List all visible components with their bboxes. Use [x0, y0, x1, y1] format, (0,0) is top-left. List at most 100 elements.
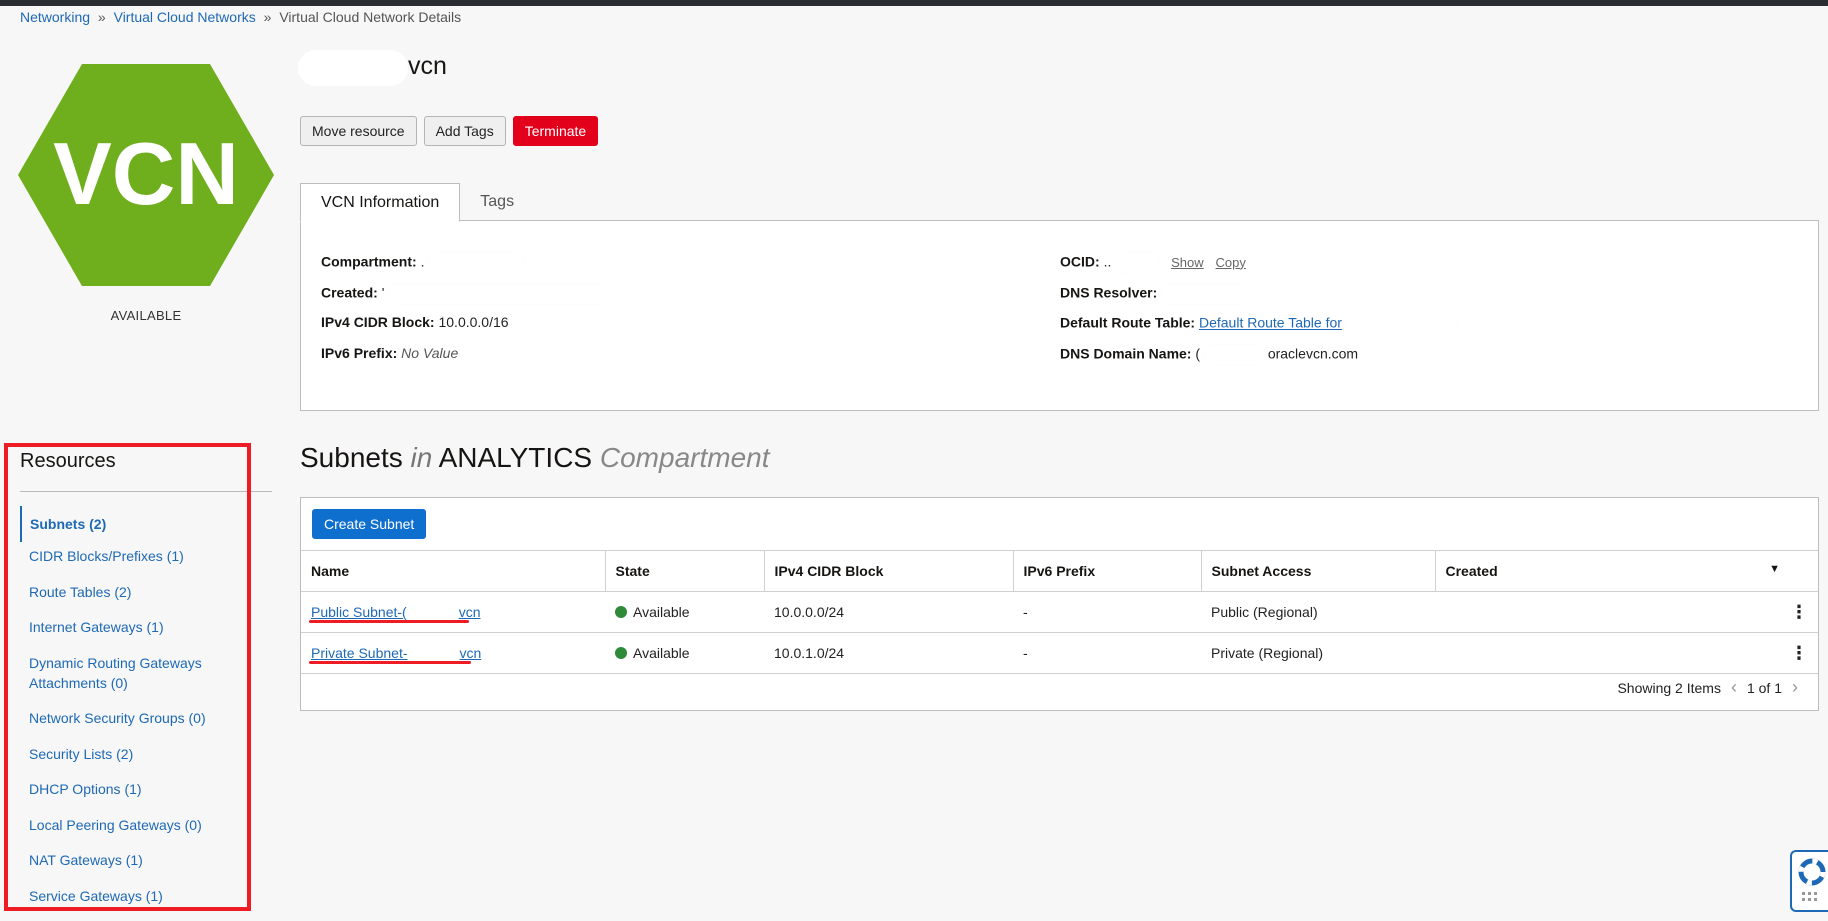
- redacted-mask: [428, 253, 525, 273]
- detail-tabs: VCN Information Tags: [300, 183, 534, 222]
- dns-resolver-label: DNS Resolver:: [1060, 284, 1158, 301]
- copy-ocid-link[interactable]: Copy: [1216, 255, 1246, 270]
- subnets-title-in: in: [410, 442, 433, 473]
- dns-domain-row: DNS Domain Name: ( oraclevcn.com: [1060, 344, 1456, 376]
- compartment-value: .: [420, 253, 425, 270]
- table-row: Private Subnet-vcn Available 10.0.1.0/24…: [301, 632, 1818, 674]
- column-header-state[interactable]: State: [605, 550, 765, 592]
- lifebuoy-icon: [1798, 858, 1826, 901]
- subnet-ipv4-cell: 10.0.1.0/24: [764, 632, 1013, 674]
- breadcrumb-separator: »: [263, 9, 272, 25]
- chevron-right-icon[interactable]: ›: [1792, 677, 1798, 698]
- create-subnet-button[interactable]: Create Subnet: [312, 509, 427, 539]
- table-row: Public Subnet-( vcn Available 10.0.0.0/24…: [301, 591, 1818, 633]
- status-dot-icon: [615, 647, 627, 659]
- table-header-row: Name State IPv4 CIDR Block IPv6 Prefix S…: [301, 550, 1818, 592]
- subnet-state: Available: [633, 604, 690, 620]
- ipv6-value: No Value: [401, 344, 459, 361]
- column-header-created[interactable]: Created ▼: [1435, 550, 1818, 592]
- lifecycle-state: AVAILABLE: [110, 308, 182, 323]
- tab-vcn-information[interactable]: VCN Information: [300, 183, 461, 222]
- add-tags-button[interactable]: Add Tags: [423, 116, 506, 146]
- subnets-section-title: Subnets in ANALYTICS Compartment: [300, 442, 770, 474]
- info-column-right: OCID: .. Show Copy DNS Resolver: Default…: [1060, 253, 1456, 375]
- ipv4-label: IPv4 CIDR Block:: [321, 314, 435, 330]
- redacted-mask: [388, 283, 609, 304]
- column-header-subnet-access[interactable]: Subnet Access: [1201, 550, 1436, 592]
- vcn-logo-icon: VCN: [18, 64, 274, 286]
- page-title: vcn: [408, 52, 447, 80]
- tab-tags[interactable]: Tags: [460, 183, 534, 220]
- redacted-mask: [1161, 283, 1252, 304]
- column-header-created-label: Created: [1445, 563, 1498, 579]
- breadcrumb-vcns[interactable]: Virtual Cloud Networks: [114, 9, 256, 25]
- subnet-name-prefix: Public Subnet-(: [311, 603, 407, 620]
- breadcrumb: Networking » Virtual Cloud Networks » Vi…: [20, 9, 461, 25]
- kebab-menu-icon[interactable]: ⋮: [1790, 644, 1808, 662]
- action-bar: Move resource Add Tags Terminate: [300, 116, 599, 146]
- subnet-ipv6-cell: -: [1013, 632, 1201, 674]
- subnet-ipv4-cell: 10.0.0.0/24: [764, 591, 1013, 633]
- compartment-row: Compartment: .: [321, 253, 608, 284]
- subnets-table: Name State IPv4 CIDR Block IPv6 Prefix S…: [301, 550, 1818, 674]
- route-table-row: Default Route Table: Default Route Table…: [1060, 314, 1456, 345]
- redacted-mask: [406, 606, 459, 621]
- ocid-row: OCID: .. Show Copy: [1060, 253, 1456, 284]
- page-indicator: 1 of 1: [1746, 679, 1782, 696]
- ipv4-value: 10.0.0.0/16: [438, 314, 509, 330]
- ipv4-row: IPv4 CIDR Block: 10.0.0.0/16: [321, 314, 608, 345]
- highlight-underline: [309, 661, 471, 664]
- highlight-box: [4, 443, 251, 911]
- redacted-mask: [1115, 253, 1160, 273]
- subnets-table-panel: Create Subnet Name State IPv4 CIDR Block…: [300, 497, 1819, 711]
- subnet-created-cell: ⋮: [1435, 632, 1818, 674]
- subnets-title-compartment: ANALYTICS: [438, 442, 593, 473]
- pagination: Showing 2 Items ‹ 1 of 1 ›: [1617, 677, 1798, 698]
- subnets-title-suffix: Compartment: [599, 442, 770, 473]
- redacted-mask: [298, 50, 408, 86]
- terminate-button[interactable]: Terminate: [512, 116, 599, 146]
- ocid-value: ..: [1103, 253, 1112, 270]
- column-header-ipv6[interactable]: IPv6 Prefix: [1013, 550, 1202, 592]
- redacted-mask: [407, 647, 460, 662]
- status-dot-icon: [615, 606, 627, 618]
- dns-domain-suffix: oraclevcn.com: [1267, 345, 1359, 362]
- column-header-ipv4[interactable]: IPv4 CIDR Block: [764, 550, 1014, 592]
- vcn-information-panel: Compartment: . Created: ' IPv4 CIDR Bloc…: [300, 220, 1819, 411]
- top-bar: [0, 0, 1828, 6]
- subnet-name-link[interactable]: Public Subnet-( vcn: [311, 603, 481, 621]
- default-route-table-link[interactable]: Default Route Table for: [1199, 315, 1342, 331]
- subnet-state-cell: Available: [605, 591, 764, 633]
- subnet-name-cell: Public Subnet-( vcn: [301, 591, 605, 633]
- breadcrumb-separator: »: [97, 9, 106, 25]
- subnet-name-cell: Private Subnet-vcn: [301, 632, 605, 674]
- subnet-name-suffix: vcn: [459, 644, 482, 661]
- ocid-label: OCID:: [1060, 253, 1100, 270]
- subnet-name-link[interactable]: Private Subnet-vcn: [311, 644, 482, 662]
- column-header-name[interactable]: Name: [301, 550, 606, 592]
- compartment-label: Compartment:: [321, 253, 417, 270]
- subnet-name-prefix: Private Subnet-: [311, 644, 408, 661]
- subnet-state-cell: Available: [605, 632, 764, 674]
- created-value: ': [381, 284, 385, 301]
- dns-domain-label: DNS Domain Name:: [1060, 345, 1192, 362]
- chevron-left-icon[interactable]: ‹: [1731, 677, 1737, 698]
- dns-domain-prefix: (: [1195, 345, 1201, 362]
- created-row: Created: ': [321, 283, 609, 315]
- chevron-down-icon[interactable]: ▼: [1769, 563, 1780, 575]
- redacted-mask: [1345, 314, 1456, 334]
- show-ocid-link[interactable]: Show: [1171, 255, 1204, 270]
- ipv6-row: IPv6 Prefix: No Value: [321, 345, 608, 376]
- help-widget[interactable]: [1790, 850, 1828, 912]
- subnet-name-suffix: vcn: [458, 603, 481, 620]
- vcn-logo-text: VCN: [53, 124, 239, 223]
- breadcrumb-current: Virtual Cloud Network Details: [279, 9, 462, 25]
- breadcrumb-networking[interactable]: Networking: [20, 9, 90, 25]
- kebab-menu-icon[interactable]: ⋮: [1790, 603, 1808, 621]
- subnet-access-cell: Public (Regional): [1201, 591, 1435, 633]
- subnet-ipv6-cell: -: [1013, 591, 1201, 633]
- ipv6-label: IPv6 Prefix:: [321, 344, 398, 361]
- info-column-left: Compartment: . Created: ' IPv4 CIDR Bloc…: [321, 253, 609, 376]
- move-resource-button[interactable]: Move resource: [300, 116, 417, 146]
- subnets-title-main: Subnets: [300, 442, 403, 473]
